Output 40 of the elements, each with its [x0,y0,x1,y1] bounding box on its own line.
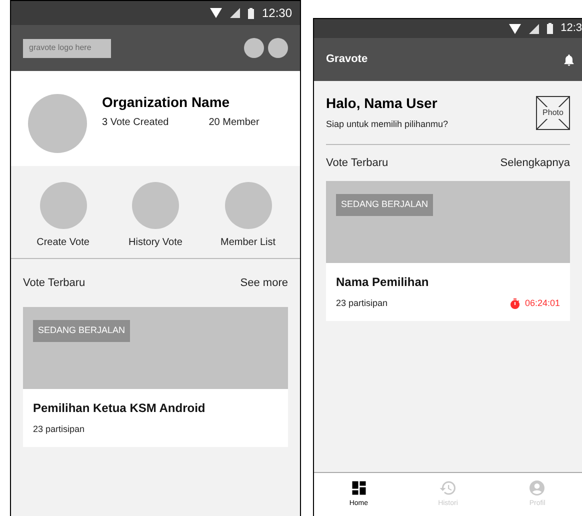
status-time: 12:3 [560,21,582,36]
organization-name: Organization Name [102,93,231,112]
greeting-title: Halo, Nama User [326,94,438,114]
app-title: Gravote [326,52,368,68]
section-title: Vote Terbaru [326,156,388,171]
vote-title: Pemilihan Ketua KSM Android [33,400,206,417]
countdown-timer: 06:24:01 [524,297,560,310]
menu-button[interactable]: History Vote [116,182,196,258]
greeting-subtitle: Siap untuk memilih pilihanmu? [326,118,448,132]
logo-placeholder-text: gravote logo here [29,42,92,54]
action-icon[interactable] [244,38,264,58]
member-count: 20 Member [208,116,260,130]
participant-count: 23 partisipan [336,297,388,310]
notification-icon[interactable] [562,52,576,66]
action-icon[interactable] [268,38,288,58]
signal-icon [230,8,240,18]
status-time: 12:30 [262,5,292,22]
section-title: Vote Terbaru [23,276,86,291]
photo-label: Photo [542,106,564,118]
menu-icon [224,182,272,229]
profile-icon [528,479,546,498]
wifi-icon [210,8,222,18]
vote-count: 3 Vote Created [102,116,169,130]
participant-count: 23 partisipan [33,423,85,436]
timer-icon [508,298,521,310]
menu-button[interactable]: Member List [208,182,288,258]
signal-icon [528,24,539,34]
menu-button[interactable]: Create Vote [23,182,103,258]
battery-icon [248,8,254,18]
history-icon [438,479,457,498]
vote-title: Nama Pemilihan [336,274,430,291]
status-badge: SEDANG BERJALAN [33,320,130,342]
menu-icon [132,182,179,229]
see-more-link[interactable]: See more [240,274,288,292]
see-more-link[interactable]: Selengkapnya [500,154,570,172]
status-badge: SEDANG BERJALAN [336,194,434,216]
battery-icon [546,23,553,34]
menu-icon [40,182,86,229]
wifi-icon [508,24,521,34]
dashboard-icon [350,479,368,498]
